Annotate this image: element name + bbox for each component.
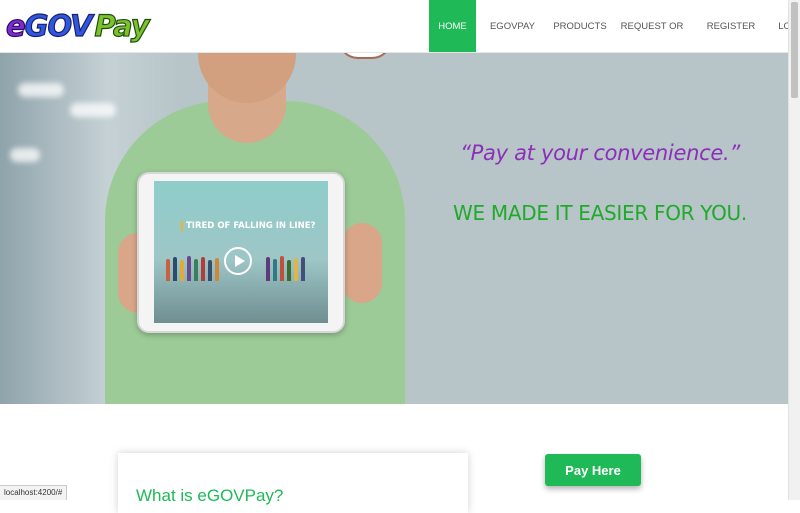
hero-tagline: WE MADE IT EASIER FOR YOU.: [453, 201, 747, 225]
logo-letters-pay: Pay: [94, 8, 150, 43]
tablet-headline: TIRED OF FALLING IN LINE?: [181, 221, 315, 231]
egovpay-logo[interactable]: e GOV Pay: [5, 5, 150, 47]
nav-item-products[interactable]: PRODUCTS: [549, 0, 611, 52]
person-right-hand: [342, 223, 382, 303]
person-smile: [338, 53, 392, 59]
scrollbar-thumb[interactable]: [791, 2, 798, 98]
about-card: What is eGOVPay?: [118, 453, 468, 513]
status-bar-url: localhost:4200/#: [0, 485, 68, 500]
page-scrollbar[interactable]: [788, 0, 800, 500]
nav-item-home[interactable]: HOME: [429, 0, 476, 52]
nav-menu: HOME eGOVPAY PRODUCTS REQUEST OR REGISTE…: [429, 0, 800, 52]
background-light: [10, 148, 40, 162]
logo-letters-gov: GOV: [24, 8, 93, 43]
logo-letter-e: e: [5, 8, 26, 43]
hero-banner: TIRED OF FALLING IN LINE? “Pay at your c…: [0, 53, 789, 404]
top-navbar: e GOV Pay HOME eGOVPAY PRODUCTS REQUEST …: [0, 0, 800, 53]
tablet-video[interactable]: TIRED OF FALLING IN LINE?: [137, 172, 345, 333]
tablet-screen: TIRED OF FALLING IN LINE?: [154, 181, 328, 323]
nav-item-register[interactable]: REGISTER: [693, 0, 769, 52]
background-light: [18, 83, 64, 97]
nav-item-egovpay[interactable]: eGOVPAY: [476, 0, 549, 52]
nav-item-request[interactable]: REQUEST OR: [611, 0, 693, 52]
pay-here-button[interactable]: Pay Here: [545, 454, 641, 486]
play-icon[interactable]: [224, 247, 252, 275]
hero-quote: “Pay at your convenience.”: [460, 141, 740, 165]
about-title: What is eGOVPay?: [136, 486, 284, 505]
